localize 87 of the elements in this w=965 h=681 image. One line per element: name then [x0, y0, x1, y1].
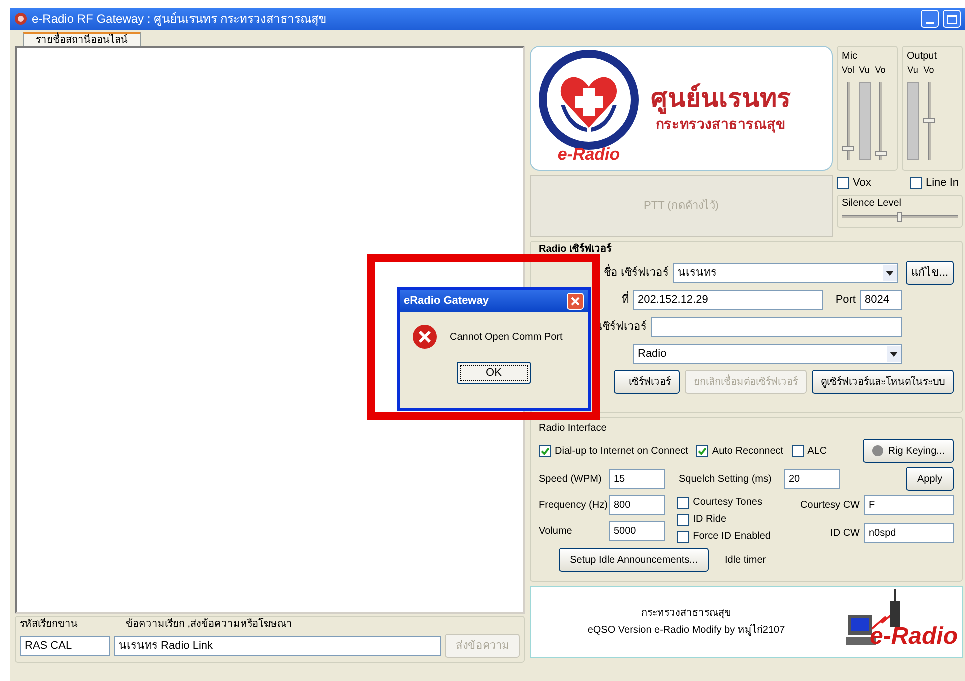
- checkbox[interactable]: [792, 445, 804, 457]
- field-label: Speed (WPM): [539, 472, 603, 486]
- minimize-button[interactable]: [921, 10, 939, 28]
- field-label: รหัสเรียกขาน: [20, 618, 79, 632]
- server-button[interactable]: เซิร์ฟเวอร์: [614, 370, 680, 394]
- field-label: Frequency (Hz): [539, 498, 609, 512]
- emblem-icon: [539, 50, 639, 150]
- logo-subtitle: กระทรวงสาธารณสุข: [656, 115, 786, 135]
- checkbox-label: Line In: [926, 176, 959, 191]
- close-button[interactable]: [567, 292, 584, 310]
- password-field[interactable]: [651, 317, 902, 337]
- port-field[interactable]: 8024: [860, 290, 902, 310]
- dropdown-value: Radio: [638, 346, 667, 362]
- message-field[interactable]: นเรนทร Radio Link: [114, 636, 441, 656]
- mixer-label: Mic: [842, 50, 859, 64]
- checkbox[interactable]: [696, 445, 708, 457]
- mixer-label: Output: [907, 50, 938, 64]
- idle-setup-button[interactable]: Setup Idle Announcements...: [559, 548, 709, 572]
- ip-field[interactable]: 202.152.12.29: [633, 290, 823, 310]
- slider-thumb[interactable]: [842, 146, 854, 151]
- field-label: Courtesy CW: [800, 498, 860, 512]
- logo-title: ศูนย์นเรนทร: [651, 82, 791, 114]
- checkbox[interactable]: [837, 177, 849, 190]
- number-field[interactable]: 5000: [609, 521, 665, 541]
- speed-field[interactable]: 15: [609, 469, 665, 489]
- field-label: ข้อความเรียก ,ส่งข้อความหรือโฆษณา: [126, 617, 293, 632]
- group-title: Radio เซิร์ฟเวอร์: [539, 242, 613, 257]
- room-dropdown[interactable]: Radio: [633, 344, 902, 364]
- checkbox-label: Auto Reconnect: [712, 444, 784, 458]
- field-label: เซิร์ฟเวอร์: [599, 320, 647, 335]
- field-label: ID CW: [830, 526, 860, 540]
- checkbox-label: Vox: [853, 176, 872, 191]
- window-title: e-Radio RF Gateway : ศูนย์นเรนทร กระทรวงสาธารณสุข: [32, 11, 328, 28]
- checkbox-label: ID Ride: [693, 513, 727, 527]
- slider[interactable]: [874, 82, 887, 160]
- callsign-field[interactable]: RAS CAL: [20, 636, 110, 656]
- credit-text: eQSO Version e-Radio Modify by หมู่ไก่2107: [588, 623, 786, 638]
- checkbox[interactable]: [539, 445, 551, 457]
- checkbox-label: Courtesy Tones: [693, 496, 762, 510]
- field-label: Squelch Setting (ms): [679, 472, 773, 486]
- slider[interactable]: [842, 82, 854, 160]
- ok-button[interactable]: OK: [457, 362, 531, 384]
- checkbox[interactable]: [677, 496, 690, 508]
- silence-slider[interactable]: [842, 210, 958, 222]
- app-icon: [14, 12, 28, 26]
- slider-thumb[interactable]: [874, 150, 887, 156]
- dialog-message: Cannot Open Comm Port: [450, 330, 563, 344]
- checkbox-label: Dial-up to Internet on Connect: [555, 444, 688, 458]
- field-label: Port: [836, 292, 856, 308]
- brand-text: e-Radio: [558, 144, 620, 166]
- field-label: ที่: [622, 292, 629, 308]
- checkbox[interactable]: [677, 530, 690, 542]
- column-label: Vol: [842, 64, 855, 77]
- error-icon: [412, 324, 438, 350]
- slider-thumb[interactable]: [923, 118, 935, 123]
- edit-button[interactable]: แก้ไข...: [906, 261, 954, 285]
- field-label: Idle timer: [725, 554, 766, 568]
- footer-title: กระทรวงสาธารณสุข: [642, 607, 732, 621]
- brand-text: e-Radio: [870, 622, 958, 652]
- column-label: Vu: [859, 64, 870, 77]
- maximize-button[interactable]: [943, 10, 961, 28]
- column-label: Vo: [875, 64, 886, 77]
- field-label: Volume: [539, 524, 574, 538]
- cw-field[interactable]: F: [864, 495, 954, 515]
- squelch-field[interactable]: 20: [784, 469, 840, 489]
- slider-thumb[interactable]: [897, 212, 902, 222]
- tab[interactable]: รายชื่อสถานีออนไลน์: [23, 32, 141, 46]
- column-label: Vu: [908, 64, 918, 77]
- apply-button[interactable]: Apply: [906, 467, 954, 491]
- dialog-title: eRadio Gateway: [404, 294, 489, 309]
- checkbox-label: ALC: [808, 444, 828, 458]
- checkbox-label: Force ID Enabled: [693, 530, 771, 544]
- field-label: ชื่อ เซิร์ฟเวอร์: [604, 264, 669, 281]
- group-title: Radio Interface: [539, 423, 608, 435]
- rig-keying-button[interactable]: Rig Keying...: [863, 439, 954, 463]
- number-field[interactable]: 800: [609, 495, 665, 515]
- checkbox[interactable]: [910, 177, 922, 190]
- dropdown-value: นเรนทร: [678, 266, 717, 281]
- status-dot-icon: [872, 445, 884, 457]
- slider[interactable]: [923, 82, 935, 160]
- close-icon: [571, 296, 580, 306]
- column-label: Vo: [924, 64, 934, 77]
- server-dropdown[interactable]: นเรนทร: [673, 263, 898, 283]
- group-title: Silence Level: [842, 196, 902, 210]
- cw-field[interactable]: n0spd: [864, 523, 954, 543]
- server-button[interactable]: ดูเซิร์ฟเวอร์และโหนดในระบบ: [812, 370, 954, 394]
- checkbox[interactable]: [677, 514, 690, 526]
